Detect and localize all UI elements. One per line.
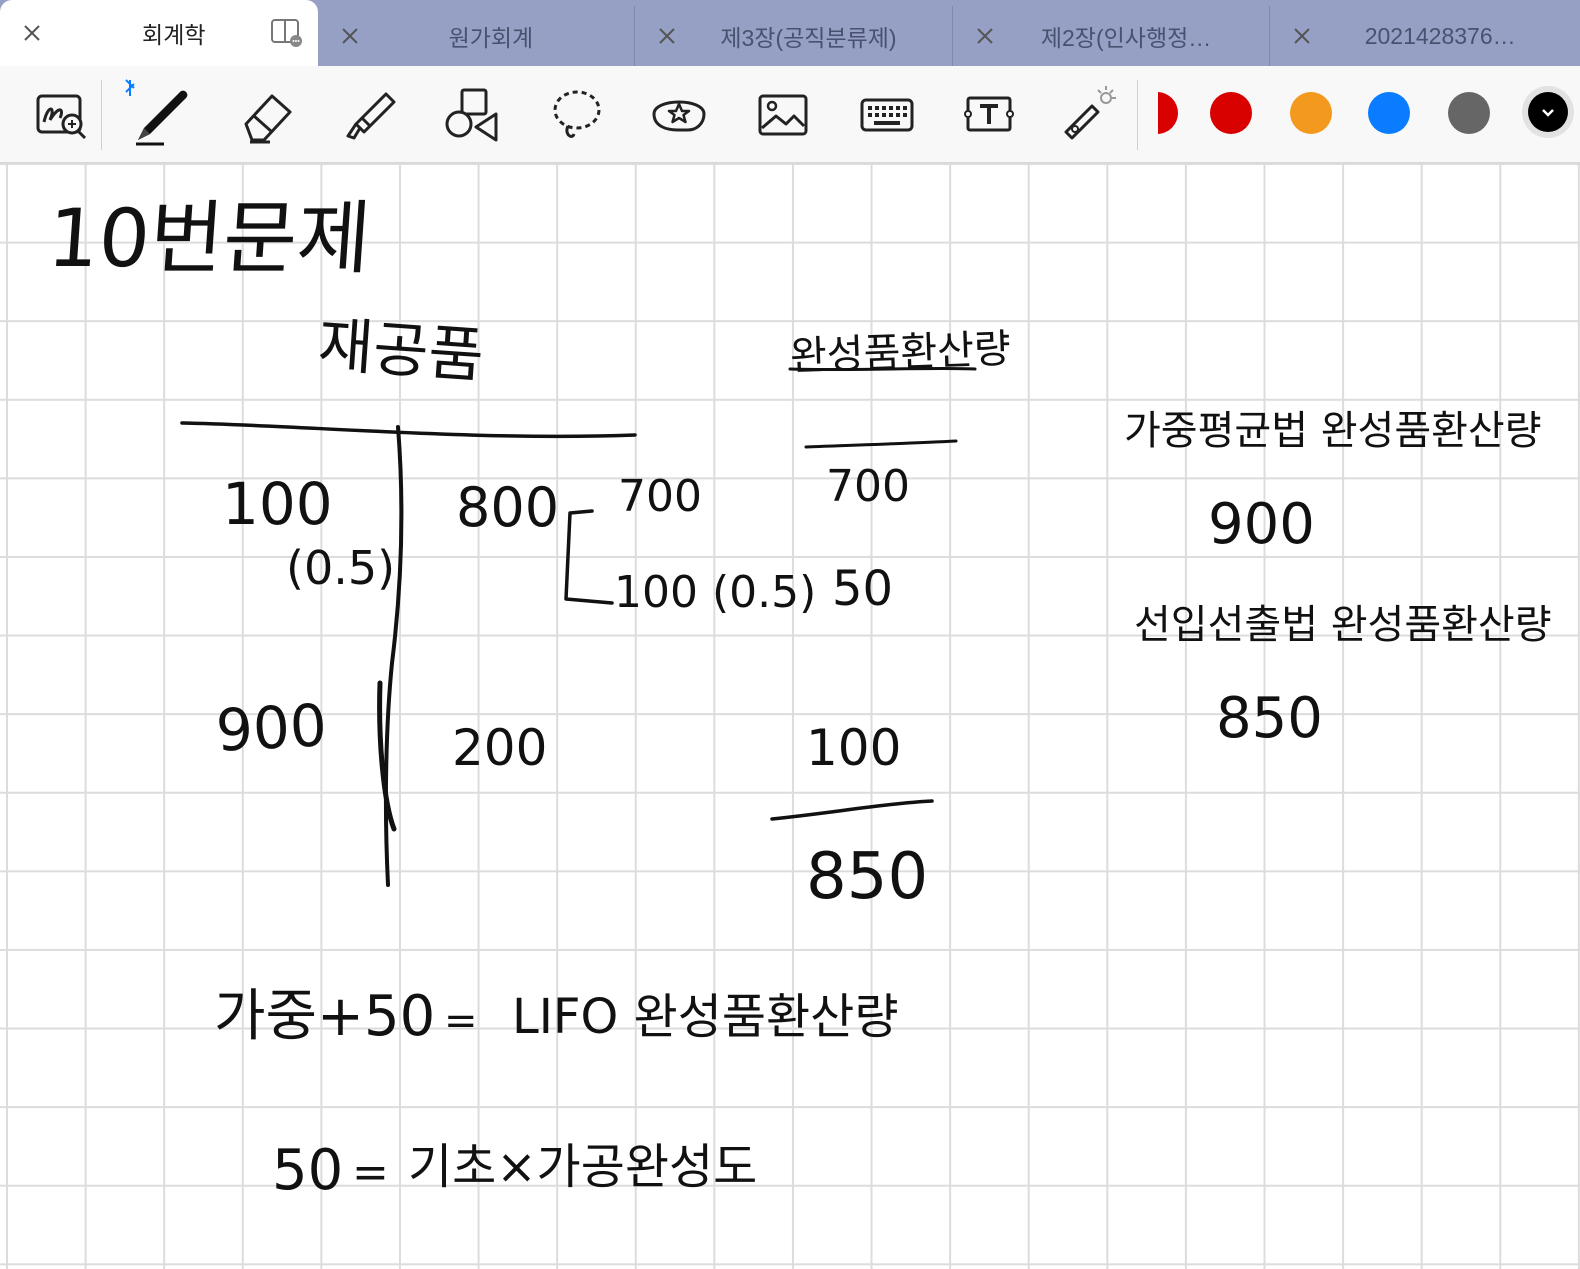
equiv-units-value: 100 <box>806 719 902 777</box>
close-icon[interactable] <box>340 26 360 46</box>
zoom-lasso-icon <box>36 94 87 140</box>
equation-1-left: 가중+50 <box>214 984 436 1049</box>
tab-chapter3[interactable]: 제3장(공직분류제) <box>635 6 953 66</box>
t-account-left-value: 100 <box>222 470 333 538</box>
close-icon[interactable] <box>657 26 677 46</box>
color-swatch-red[interactable] <box>1210 92 1252 134</box>
highlighter-icon <box>346 92 396 140</box>
tab-chapter2[interactable]: 제2장(인사행정… <box>953 6 1271 66</box>
t-account-title: 재공품 <box>315 310 486 392</box>
text-box-icon <box>964 96 1014 132</box>
zoom-tool[interactable] <box>30 84 92 146</box>
eraser-icon <box>244 94 292 144</box>
tab-label: 2021428376… <box>1364 22 1516 49</box>
shapes-tool[interactable] <box>442 84 504 146</box>
laser-pointer-icon <box>1064 86 1116 140</box>
weighted-average-label: 가중평균법 완성품환산량 <box>1124 408 1542 454</box>
lasso-icon <box>553 90 601 138</box>
color-swatch-gray[interactable] <box>1448 92 1490 134</box>
tab-bar: 회계학 원가회계 제3장(공직분류제) 제2장(인사행정… 2021428376… <box>0 0 1580 66</box>
tab-document-5[interactable]: 2021428376… <box>1270 6 1580 66</box>
color-swatch-orange[interactable] <box>1290 92 1332 134</box>
t-account-right-value: 200 <box>452 719 548 777</box>
fifo-value: 850 <box>1216 686 1323 751</box>
note-page[interactable]: 10번문제 재공품 100 (0.5) 900 800 200 700 100 … <box>0 163 1580 1269</box>
eraser-tool[interactable] <box>236 84 298 146</box>
t-account-left-value: 900 <box>214 691 329 765</box>
text-tool[interactable] <box>958 84 1020 146</box>
lasso-tool[interactable] <box>546 84 608 146</box>
image-icon <box>758 94 808 136</box>
bracket-value: 100 (0.5) <box>614 567 817 618</box>
pen-tool[interactable] <box>124 78 196 150</box>
t-account-right-value: 800 <box>456 476 560 539</box>
keyboard-tool[interactable] <box>856 84 918 146</box>
close-icon[interactable] <box>1292 26 1312 46</box>
equation-2-equals: = <box>352 1147 389 1198</box>
note-title: 10번문제 <box>44 192 374 285</box>
weighted-average-value: 900 <box>1208 492 1315 557</box>
fifo-label: 선입선출법 완성품환산량 <box>1134 602 1552 648</box>
shapes-icon <box>445 88 498 142</box>
close-icon[interactable] <box>22 23 42 43</box>
highlighter-tool[interactable] <box>340 84 402 146</box>
bracket-value: 700 <box>618 471 702 522</box>
color-swatch-black[interactable] <box>1528 92 1568 132</box>
image-tool[interactable] <box>752 84 814 146</box>
sticker-icon <box>652 100 706 132</box>
tab-label: 원가회계 <box>448 25 534 51</box>
t-account-left-value: (0.5) <box>286 541 396 595</box>
equiv-units-value: 700 <box>826 461 910 512</box>
color-swatch-blue[interactable] <box>1368 92 1410 134</box>
toolbar <box>0 66 1580 163</box>
equation-2-left: 50 <box>272 1138 344 1203</box>
tab-accounting[interactable]: 회계학 <box>0 0 318 66</box>
laser-tool[interactable] <box>1058 84 1120 146</box>
tab-label: 회계학 <box>142 22 206 48</box>
pen-icon <box>125 79 188 146</box>
tab-cost-accounting[interactable]: 원가회계 <box>318 6 636 66</box>
color-swatch-partial[interactable] <box>1158 92 1178 134</box>
tab-label: 제3장(공직분류제) <box>720 25 897 51</box>
toolbar-divider <box>101 80 102 150</box>
keyboard-icon <box>860 98 914 132</box>
equiv-units-value: 50 <box>832 561 894 617</box>
tab-label: 제2장(인사행정… <box>1040 25 1212 51</box>
equation-1-right: LIFO 완성품환산량 <box>512 989 899 1045</box>
equiv-units-value: 850 <box>806 840 929 914</box>
chevron-down-icon <box>1542 109 1554 117</box>
sticker-tool[interactable] <box>648 84 710 146</box>
equation-2-right: 기초×가공완성도 <box>408 1139 758 1195</box>
equation-1-equals: = <box>444 998 478 1044</box>
split-view-icon[interactable] <box>270 18 302 48</box>
close-icon[interactable] <box>975 26 995 46</box>
toolbar-divider <box>1137 80 1138 150</box>
equiv-units-title: 완성품환산량 <box>789 326 1012 380</box>
